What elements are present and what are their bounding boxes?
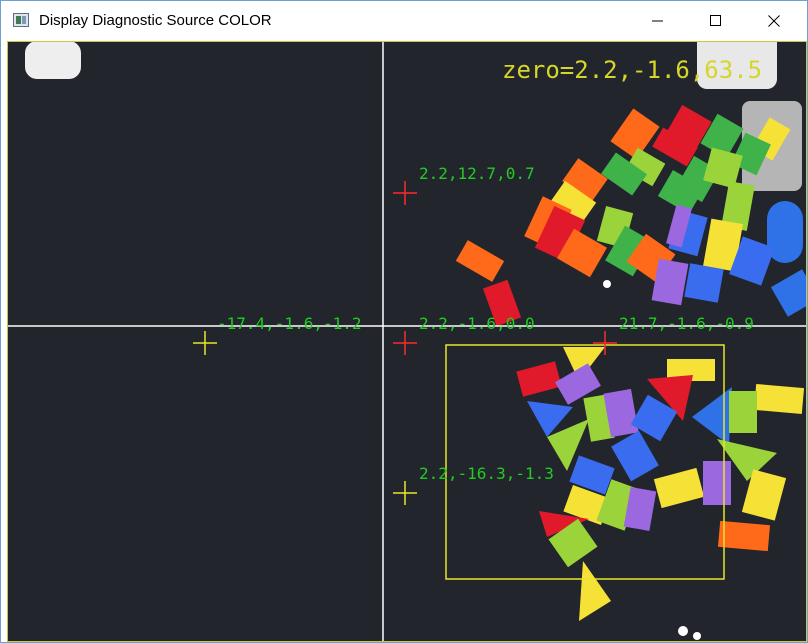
close-button[interactable] (745, 1, 803, 41)
window-title: Display Diagnostic Source COLOR (39, 12, 272, 29)
point-label-left: -17.4,-1.6,-1.2 (217, 314, 362, 333)
point-label-center: 2.2,-1.6,0.0 (419, 314, 535, 333)
block-pile-lower (516, 347, 805, 640)
camera-viewport[interactable]: zero=2.2,-1.6,63.5 2.2,12.7,0.7 -17.4,-1… (7, 41, 807, 642)
minimize-icon (652, 20, 663, 22)
equipment-white-part (25, 41, 81, 79)
maximize-button[interactable] (687, 1, 745, 41)
camera-image (7, 41, 807, 642)
diagnostic-window: Display Diagnostic Source COLOR zero=2.2… (0, 0, 808, 643)
point-label-upper: 2.2,12.7,0.7 (419, 164, 535, 183)
minimize-button[interactable] (629, 1, 687, 41)
app-window-icon (13, 13, 29, 27)
close-icon (768, 15, 780, 27)
point-label-right: 21.7,-1.6,-0.9 (619, 314, 754, 333)
maximize-icon (710, 15, 721, 26)
marker-left (193, 331, 217, 355)
title-bar[interactable]: Display Diagnostic Source COLOR (1, 1, 807, 41)
zero-label: zero=2.2,-1.6,63.5 (502, 56, 763, 84)
marker-lower (393, 481, 417, 505)
point-label-lower: 2.2,-16.3,-1.3 (419, 464, 554, 483)
marker-upper (393, 181, 417, 205)
block-pile-upper (455, 104, 807, 327)
marker-center (393, 331, 417, 355)
